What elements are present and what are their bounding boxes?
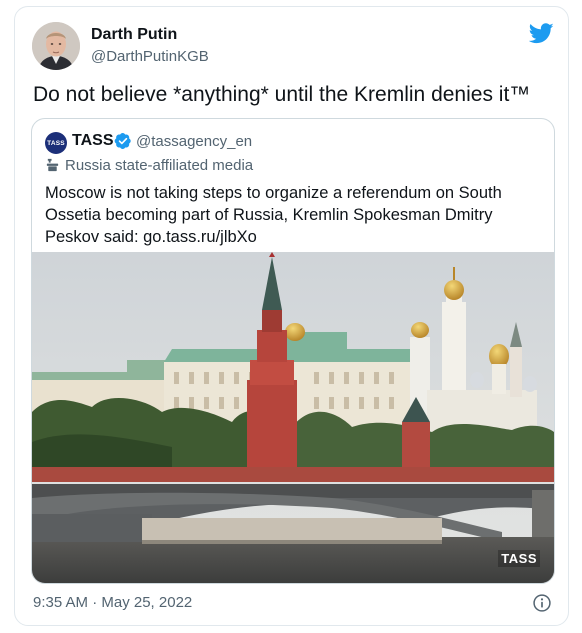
kremlin-photo[interactable]: [32, 252, 554, 584]
quoted-tweet[interactable]: TASS TASS @tassagency_en Russia state-af…: [31, 118, 555, 584]
author-avatar[interactable]: [32, 22, 80, 70]
author-name[interactable]: Darth Putin: [91, 26, 177, 44]
quoted-avatar[interactable]: TASS: [45, 132, 67, 154]
verified-badge-icon: [114, 132, 131, 150]
state-affiliated-label[interactable]: Russia state-affiliated media: [65, 157, 253, 174]
quoted-tweet-text: Moscow is not taking steps to organize a…: [45, 184, 502, 246]
tweet-text: Do not believe *anything* until the Krem…: [33, 83, 531, 106]
info-icon[interactable]: [532, 593, 552, 613]
author-avatar-image: [32, 22, 80, 70]
tweet-timestamp[interactable]: 9:35 AM · May 25, 2022: [33, 594, 192, 611]
quoted-author-name[interactable]: TASS: [72, 132, 113, 150]
quoted-author-handle[interactable]: @tassagency_en: [136, 133, 252, 150]
state-media-icon: [46, 158, 59, 172]
twitter-bird-icon[interactable]: [529, 23, 554, 44]
tweet-card: Darth Putin @DarthPutinKGB Do not believ…: [14, 6, 569, 626]
author-handle[interactable]: @DarthPutinKGB: [91, 48, 209, 65]
tass-watermark: TASS: [498, 550, 540, 567]
